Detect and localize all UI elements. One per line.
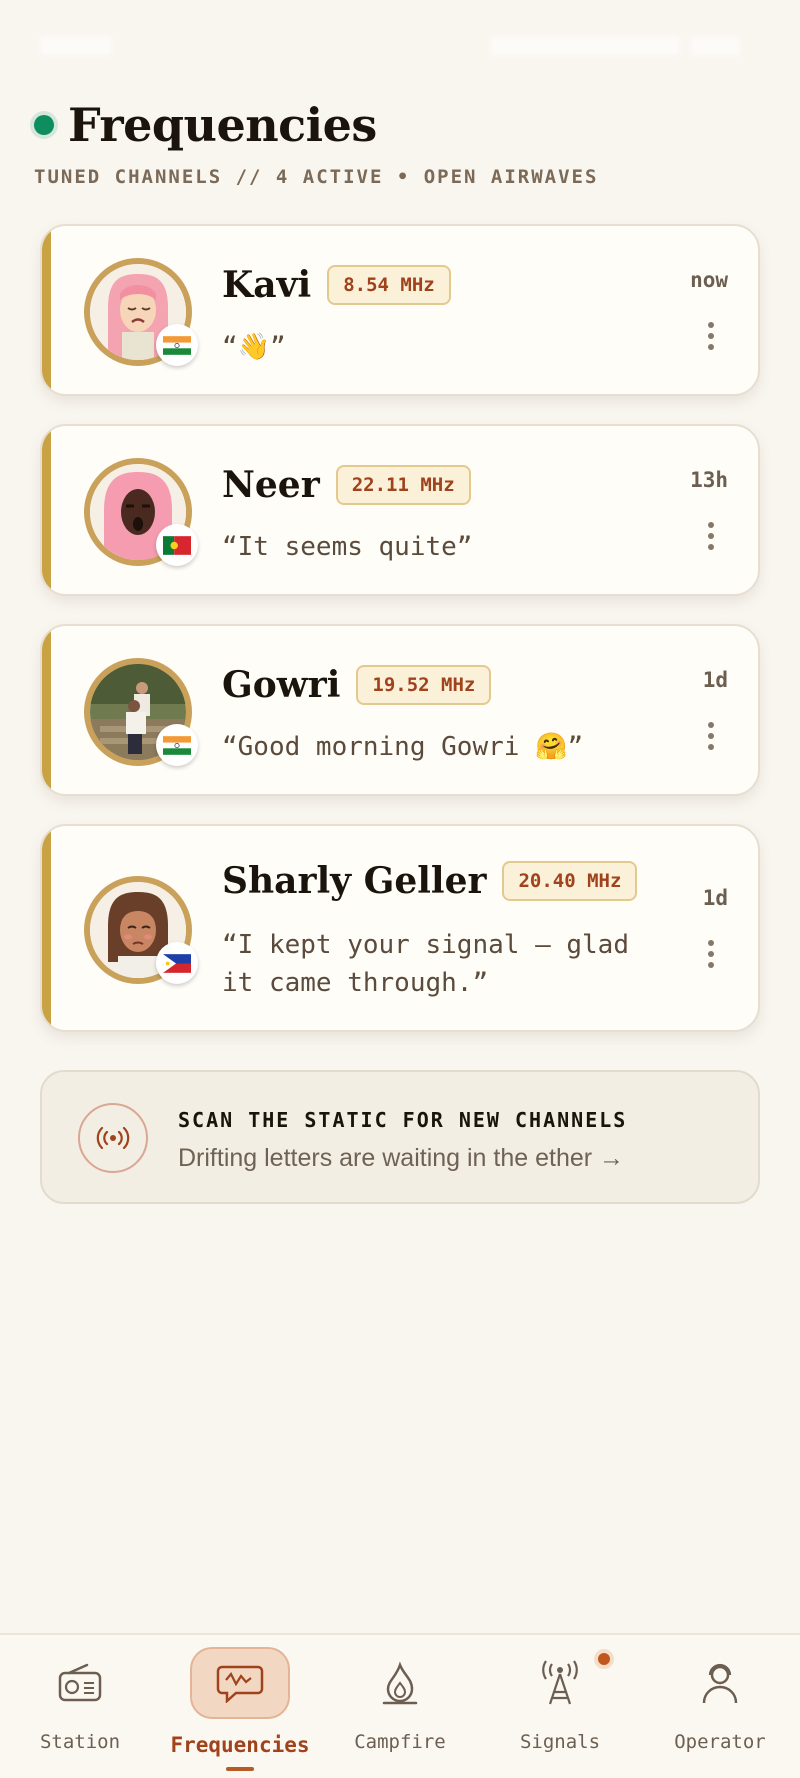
broadcast-signal-icon xyxy=(78,1103,148,1173)
channel-card-gowri[interactable]: Gowri 19.52 MHz “Good morning Gowri 🤗” 1… xyxy=(40,624,760,796)
message-time: now xyxy=(690,268,728,292)
card-accent-bar xyxy=(42,426,51,594)
last-message: “Good morning Gowri 🤗” xyxy=(222,732,584,762)
india-flag-icon xyxy=(156,724,198,766)
india-flag-icon xyxy=(156,324,198,366)
last-message-line: it came through.” xyxy=(222,968,489,998)
avatar xyxy=(84,258,198,366)
more-options-icon[interactable] xyxy=(708,940,714,968)
tab-frequencies[interactable]: Frequencies xyxy=(160,1635,320,1778)
channel-name: Sharly Geller xyxy=(222,860,487,902)
channel-card-neer[interactable]: Neer 22.11 MHz “It seems quite” 13h xyxy=(40,424,760,596)
page-title: Frequencies xyxy=(68,98,377,152)
card-accent-bar xyxy=(42,226,51,394)
tab-campfire[interactable]: Campfire xyxy=(320,1635,480,1778)
tab-label: Operator xyxy=(674,1731,766,1753)
scan-static-button[interactable]: SCAN THE STATIC FOR NEW CHANNELS Driftin… xyxy=(40,1070,760,1204)
message-time: 13h xyxy=(690,468,728,492)
more-options-icon[interactable] xyxy=(708,722,714,750)
avatar xyxy=(84,658,198,766)
frequency-badge: 20.40 MHz xyxy=(502,861,638,901)
channel-list: Kavi 8.54 MHz “👋” now Neer 22.11 MHz “It… xyxy=(40,224,760,1060)
frequency-badge: 19.52 MHz xyxy=(356,665,492,705)
frequency-badge: 22.11 MHz xyxy=(335,465,471,505)
avatar xyxy=(84,458,198,566)
message-time: 1d xyxy=(702,886,728,910)
tab-label: Frequencies xyxy=(170,1733,310,1757)
more-options-icon[interactable] xyxy=(708,522,714,550)
scan-title: SCAN THE STATIC FOR NEW CHANNELS xyxy=(178,1108,628,1132)
radio-icon xyxy=(52,1655,108,1711)
status-bar xyxy=(0,0,800,90)
philippines-flag-icon xyxy=(156,942,198,984)
channel-name: Neer xyxy=(222,464,320,506)
last-message-line: “I kept your signal — glad xyxy=(222,930,629,960)
bottom-tab-bar: Station Frequencies Campfire Signals Ope… xyxy=(0,1633,800,1778)
tab-label: Station xyxy=(39,1731,121,1753)
notification-badge xyxy=(594,1649,614,1669)
tab-label: Campfire xyxy=(354,1731,446,1753)
tab-signals[interactable]: Signals xyxy=(480,1635,640,1778)
last-message: “I kept your signal — glad it came throu… xyxy=(222,926,629,1002)
live-indicator-dot xyxy=(34,115,54,135)
avatar xyxy=(84,876,198,984)
scan-subtitle: Drifting letters are waiting in the ethe… xyxy=(178,1144,625,1172)
active-tab-indicator xyxy=(226,1767,254,1771)
chat-bubble-icon xyxy=(190,1647,290,1719)
message-time: 1d xyxy=(702,668,728,692)
person-icon xyxy=(692,1655,748,1711)
page-subtitle: TUNED CHANNELS // 4 ACTIVE • OPEN AIRWAV… xyxy=(34,166,599,188)
channel-card-kavi[interactable]: Kavi 8.54 MHz “👋” now xyxy=(40,224,760,396)
last-message: “It seems quite” xyxy=(222,532,473,562)
page-header: Frequencies TUNED CHANNELS // 4 ACTIVE •… xyxy=(34,98,766,188)
antenna-tower-icon xyxy=(532,1655,588,1711)
frequency-badge: 8.54 MHz xyxy=(327,265,451,305)
channel-name: Kavi xyxy=(222,264,312,306)
tab-label: Signals xyxy=(519,1731,601,1753)
tab-operator[interactable]: Operator xyxy=(640,1635,800,1778)
more-options-icon[interactable] xyxy=(708,322,714,350)
tab-station[interactable]: Station xyxy=(0,1635,160,1778)
last-message: “👋” xyxy=(222,332,286,362)
channel-card-sharly-geller[interactable]: Sharly Geller 20.40 MHz “I kept your sig… xyxy=(40,824,760,1032)
channel-name: Gowri xyxy=(222,664,341,706)
card-accent-bar xyxy=(42,626,51,794)
card-accent-bar xyxy=(42,826,51,1030)
flame-icon xyxy=(372,1655,428,1711)
portugal-flag-icon xyxy=(156,524,198,566)
